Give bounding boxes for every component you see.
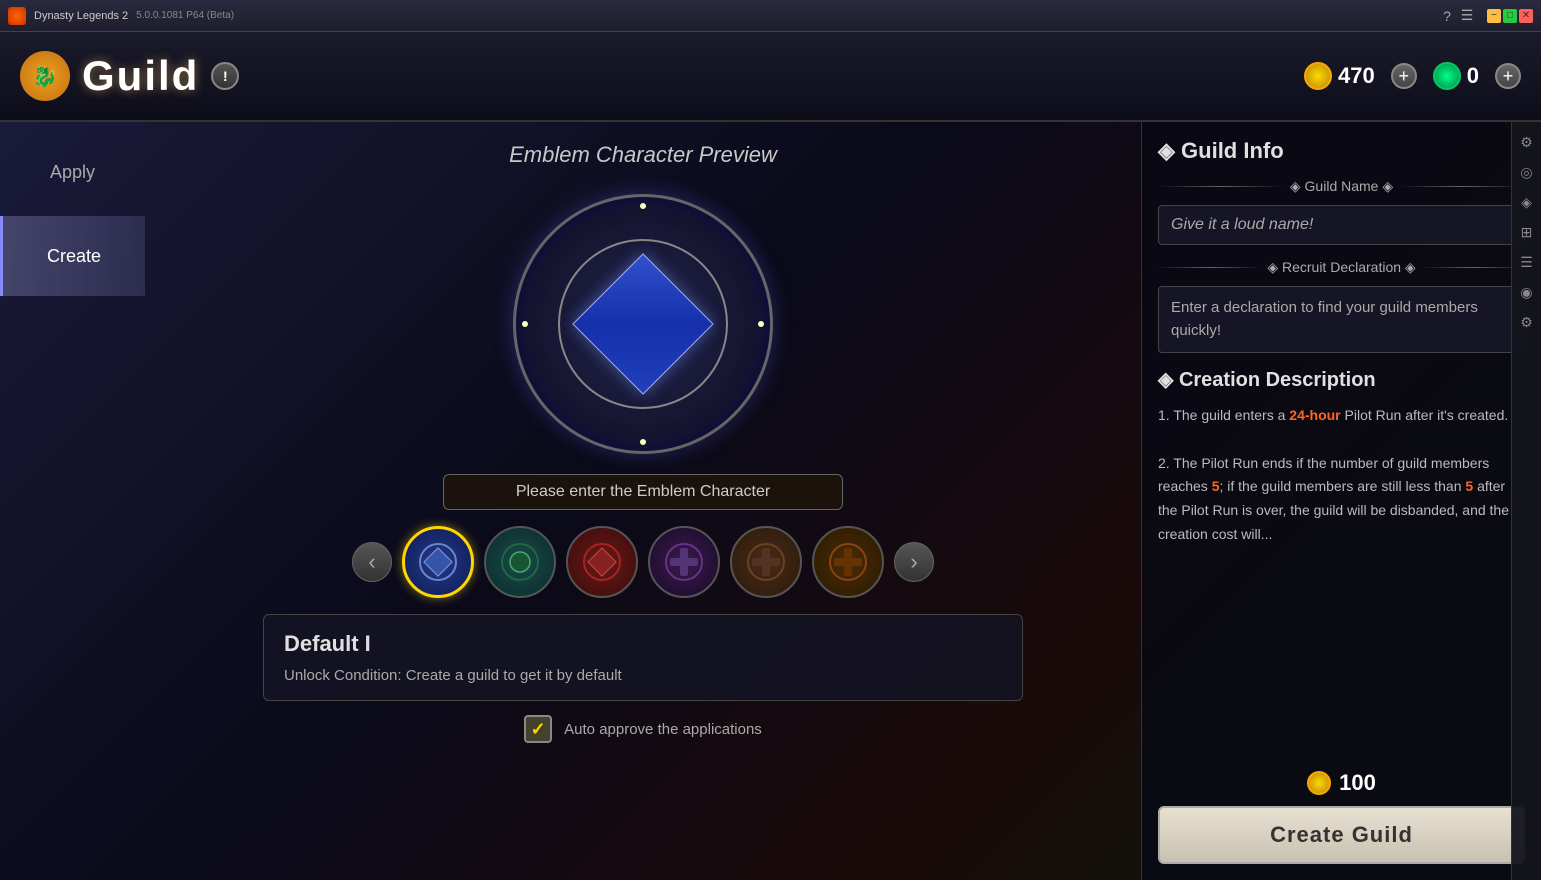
recruit-placeholder: Enter a declaration to find your guild m… <box>1171 299 1478 339</box>
plus-gem-icon: + <box>1503 66 1514 87</box>
app-icon <box>8 7 26 25</box>
gold-amount: 470 <box>1338 63 1375 89</box>
recruit-section-label: ◈ Recruit Declaration ◈ <box>1267 259 1415 276</box>
emblem-thumb-4[interactable] <box>648 526 720 598</box>
highlight-5-2: 5 <box>1465 478 1473 494</box>
guild-name-placeholder: Give it a loud name! <box>1171 216 1313 233</box>
title-bar: Dynasty Legends 2 5.0.0.1081 P64 (Beta) … <box>0 0 1541 32</box>
minimize-button[interactable]: − <box>1487 9 1501 23</box>
gold-currency: 470 <box>1304 62 1375 90</box>
edge-btn-7[interactable]: ⚙ <box>1515 310 1539 334</box>
add-gold-button[interactable]: + <box>1391 63 1417 89</box>
sidebar-item-create[interactable]: Create <box>0 216 145 296</box>
emblem-thumb-1[interactable] <box>402 526 474 598</box>
highlight-24hr: 24-hour <box>1289 407 1340 423</box>
edge-btn-5[interactable]: ☰ <box>1515 250 1539 274</box>
recruit-declaration-field[interactable]: Enter a declaration to find your guild m… <box>1158 286 1525 353</box>
gem-icon <box>1433 62 1461 90</box>
emblem-preview-title: Emblem Character Preview <box>509 142 777 168</box>
auto-approve-checkbox[interactable] <box>524 715 552 743</box>
auto-approve-row: Auto approve the applications <box>524 715 762 743</box>
edge-btn-3[interactable]: ◈ <box>1515 190 1539 214</box>
app-title: Dynasty Legends 2 <box>34 10 128 22</box>
header-logo: 🐉 <box>20 51 70 101</box>
cost-coin-icon <box>1307 771 1331 795</box>
auto-approve-label: Auto approve the applications <box>564 721 762 738</box>
add-gem-button[interactable]: + <box>1495 63 1521 89</box>
plus-icon: + <box>1398 66 1409 87</box>
emblem-info: Default I Unlock Condition: Create a gui… <box>263 614 1023 701</box>
gem-currency: 0 <box>1433 62 1479 90</box>
title-bar-left: Dynasty Legends 2 5.0.0.1081 P64 (Beta) <box>8 7 234 25</box>
creation-desc-text: 1. The guild enters a 24-hour Pilot Run … <box>1158 404 1525 754</box>
divider-line-left <box>1158 186 1284 187</box>
sparkle-top <box>640 203 646 209</box>
emblem-design-6 <box>824 538 872 586</box>
main-area: Apply Create Emblem Character Preview Pl… <box>0 122 1541 880</box>
emblem-next-button[interactable]: › <box>894 542 934 582</box>
emblem-design-3 <box>578 538 626 586</box>
emblem-display <box>503 184 783 464</box>
guild-name-field[interactable]: Give it a loud name! <box>1158 205 1525 245</box>
header-currency: 470 + 0 + <box>1304 62 1521 90</box>
emblem-name: Default I <box>284 631 1002 657</box>
guild-warning-button[interactable]: ! <box>211 62 239 90</box>
sidebar: Apply Create <box>0 122 145 880</box>
close-button[interactable]: ✕ <box>1519 9 1533 23</box>
recruit-divider-left <box>1158 267 1261 268</box>
recruit-divider-right <box>1422 267 1525 268</box>
emblem-thumb-2[interactable] <box>484 526 556 598</box>
create-guild-button[interactable]: Create Guild <box>1158 806 1525 864</box>
sparkle-right <box>758 321 764 327</box>
edge-btn-2[interactable]: ◎ <box>1515 160 1539 184</box>
emblem-unlock-condition: Unlock Condition: Create a guild to get … <box>284 667 1002 684</box>
sidebar-item-apply[interactable]: Apply <box>0 132 145 212</box>
warning-icon: ! <box>223 68 228 84</box>
emblem-diamond <box>572 253 713 394</box>
sparkle-left <box>522 321 528 327</box>
window-controls: − □ ✕ <box>1487 9 1533 23</box>
edge-toolbar: ⚙ ◎ ◈ ⊞ ☰ ◉ ⚙ <box>1511 122 1541 880</box>
apply-label: Apply <box>50 162 95 183</box>
cost-row: 100 <box>1158 770 1525 796</box>
highlight-5-1: 5 <box>1212 478 1220 494</box>
emblem-thumb-3[interactable] <box>566 526 638 598</box>
emblem-design-1 <box>414 538 462 586</box>
edge-btn-6[interactable]: ◉ <box>1515 280 1539 304</box>
title-bar-right: ? ☰ − □ ✕ <box>1439 8 1533 24</box>
emblem-outer-ring <box>513 194 773 454</box>
guild-title: Guild <box>82 52 199 100</box>
coin-icon <box>1304 62 1332 90</box>
emblem-input-label[interactable]: Please enter the Emblem Character <box>443 474 843 510</box>
center-panel: Emblem Character Preview Please enter th… <box>145 122 1141 880</box>
help-button[interactable]: ? <box>1439 8 1455 24</box>
creation-desc-title: ◈ Creation Description <box>1158 367 1525 392</box>
recruit-divider: ◈ Recruit Declaration ◈ <box>1158 259 1525 276</box>
emblem-design-2 <box>496 538 544 586</box>
right-panel: ◈ Guild Info ◈ Guild Name ◈ Give it a lo… <box>1141 122 1541 880</box>
emblem-prev-button[interactable]: ‹ <box>352 542 392 582</box>
emblem-design-4 <box>660 538 708 586</box>
guild-name-divider: ◈ Guild Name ◈ <box>1158 178 1525 195</box>
create-label: Create <box>47 246 101 267</box>
emblem-design-5 <box>742 538 790 586</box>
maximize-button[interactable]: □ <box>1503 9 1517 23</box>
guild-info-title: ◈ Guild Info <box>1158 138 1525 164</box>
emblem-inner <box>558 239 728 409</box>
cost-value: 100 <box>1339 770 1376 796</box>
header: 🐉 Guild ! 470 + 0 + <box>0 32 1541 122</box>
dragon-icon: 🐉 <box>33 64 58 89</box>
edge-btn-4[interactable]: ⊞ <box>1515 220 1539 244</box>
menu-button[interactable]: ☰ <box>1459 8 1475 24</box>
sparkle-bottom <box>640 439 646 445</box>
emblem-thumb-5[interactable] <box>730 526 802 598</box>
divider-line-right <box>1399 186 1525 187</box>
app-version: 5.0.0.1081 P64 (Beta) <box>136 10 234 21</box>
emblem-thumb-6[interactable] <box>812 526 884 598</box>
edge-btn-1[interactable]: ⚙ <box>1515 130 1539 154</box>
emblem-selector: ‹ <box>352 526 934 598</box>
gem-amount: 0 <box>1467 63 1479 89</box>
guild-name-section-label: ◈ Guild Name ◈ <box>1290 178 1393 195</box>
